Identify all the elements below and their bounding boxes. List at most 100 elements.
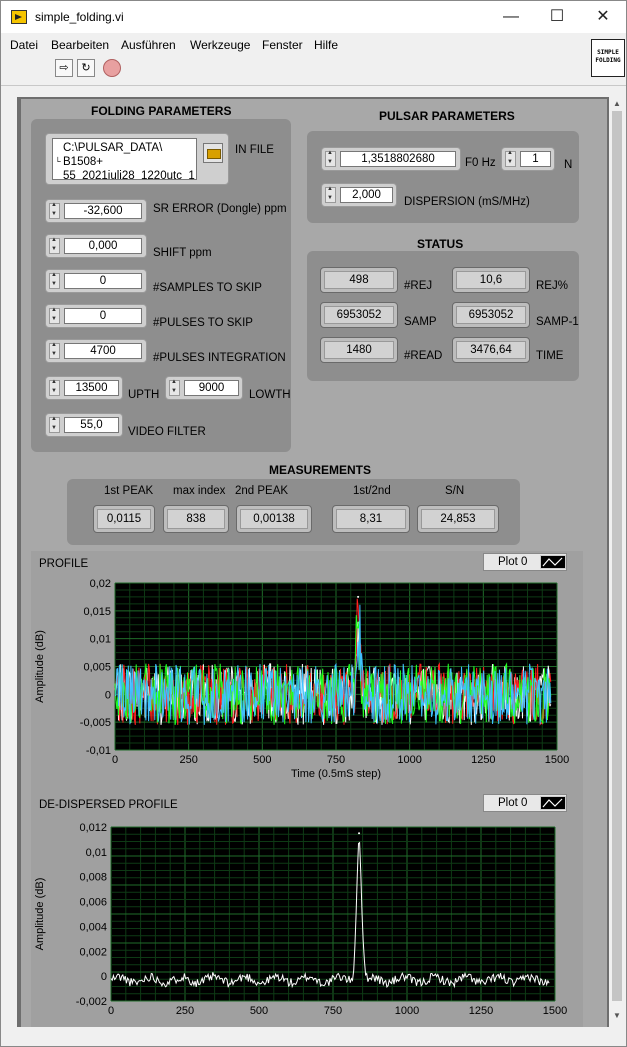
upth-label: UPTH: [128, 389, 160, 401]
pulses-to-skip-value[interactable]: 0: [64, 308, 142, 324]
window-title: simple_folding.vi: [35, 10, 124, 24]
profile-legend-label: Plot 0: [498, 556, 528, 568]
menu-ausfuehren[interactable]: Ausführen: [121, 38, 176, 52]
pulses-integration-value[interactable]: 4700: [64, 343, 142, 359]
folding-parameters-heading: FOLDING PARAMETERS: [91, 104, 232, 118]
n-spinner-icon[interactable]: [505, 150, 516, 167]
dispersion-value[interactable]: 2,000: [340, 187, 393, 203]
pulsar-parameters-group: [307, 131, 579, 223]
x-tick-label: 250: [176, 1005, 194, 1017]
scroll-down-icon[interactable]: ▼: [613, 1011, 621, 1020]
ratio-value: 8,31: [336, 509, 406, 529]
vertical-scrollbar[interactable]: ▲ ▼: [609, 97, 626, 1027]
x-tick-label: 1500: [543, 1005, 567, 1017]
n-label: N: [564, 159, 573, 171]
lowth-control[interactable]: 9000: [165, 376, 243, 400]
in-file-path-line: C:\PULSAR_DATA\: [63, 142, 163, 154]
sn-indicator: 24,853: [417, 505, 499, 533]
run-continuously-icon[interactable]: ↻: [77, 59, 95, 77]
rej-percent-indicator: 10,6: [452, 267, 530, 293]
upth-spinner-icon[interactable]: [49, 379, 60, 396]
video-filter-value[interactable]: 55,0: [64, 417, 119, 433]
x-tick-label: 500: [250, 1005, 268, 1017]
browse-folder-icon[interactable]: [203, 143, 223, 163]
max-index-value: 838: [167, 509, 225, 529]
samples-to-skip-spinner-icon[interactable]: [49, 272, 60, 289]
pulses-to-skip-control[interactable]: 0: [45, 304, 147, 328]
samp-1-indicator: 6953052: [452, 302, 530, 328]
y-tick-label: 0,012: [79, 822, 107, 834]
in-file-path-line: 55_2021juli28_1220utc_1: [63, 170, 195, 180]
pulses-integration-control[interactable]: 4700: [45, 339, 147, 363]
y-tick-label: 0,008: [79, 872, 107, 884]
dispersion-label: DISPERSION (mS/MHz): [404, 196, 530, 208]
second-peak-indicator: 0,00138: [236, 505, 312, 533]
x-tick-label: 1250: [471, 754, 495, 766]
n-control[interactable]: 1: [501, 147, 555, 171]
shift-ppm-value[interactable]: 0,000: [64, 238, 142, 254]
profile-plot-legend[interactable]: Plot 0: [483, 553, 567, 571]
status-heading: STATUS: [417, 237, 464, 251]
in-file-path-control[interactable]: └ C:\PULSAR_DATA\ B1508+ 55_2021juli28_1…: [45, 133, 229, 185]
read-label: #READ: [404, 350, 443, 362]
shift-ppm-spinner-icon[interactable]: [49, 237, 60, 254]
pulses-integration-spinner-icon[interactable]: [49, 342, 60, 359]
y-tick-label: 0: [101, 971, 107, 983]
samples-to-skip-label: #SAMPLES TO SKIP: [153, 282, 262, 294]
scrollbar-thumb[interactable]: [612, 111, 622, 1001]
samples-to-skip-control[interactable]: 0: [45, 269, 147, 293]
y-tick-label: 0,01: [90, 634, 111, 646]
x-tick-label: 1000: [395, 1005, 419, 1017]
samp-1-value: 6953052: [456, 306, 526, 324]
dedispersed-legend-line-icon: [540, 796, 566, 810]
f0-hz-spinner-icon[interactable]: [325, 150, 336, 167]
menu-fenster[interactable]: Fenster: [262, 38, 303, 52]
samples-to-skip-value[interactable]: 0: [64, 273, 142, 289]
menu-hilfe[interactable]: Hilfe: [314, 38, 338, 52]
close-button[interactable]: ✕: [580, 1, 626, 33]
y-tick-label: 0,006: [79, 897, 107, 909]
title-bar[interactable]: simple_folding.vi — ☐ ✕: [1, 1, 626, 33]
sr-error-control[interactable]: -32,600: [45, 199, 147, 223]
time-indicator: 3476,64: [452, 337, 530, 363]
ratio-indicator: 8,31: [332, 505, 410, 533]
sn-value: 24,853: [421, 509, 495, 529]
dispersion-control[interactable]: 2,000: [321, 183, 397, 207]
x-tick-label: 250: [179, 754, 197, 766]
video-filter-control[interactable]: 55,0: [45, 413, 123, 437]
first-peak-value: 0,0115: [97, 509, 151, 529]
rej-value: 498: [324, 271, 394, 289]
n-value[interactable]: 1: [520, 151, 551, 167]
menu-bearbeiten[interactable]: Bearbeiten: [51, 38, 109, 52]
upth-value[interactable]: 13500: [64, 380, 119, 396]
menu-datei[interactable]: Datei: [10, 38, 38, 52]
y-tick-label: 0,02: [90, 578, 111, 590]
menu-bar: Datei Bearbeiten Ausführen Werkzeuge Fen…: [1, 33, 626, 55]
first-peak-indicator: 0,0115: [93, 505, 155, 533]
shift-ppm-control[interactable]: 0,000: [45, 234, 147, 258]
dedispersed-legend-label: Plot 0: [498, 797, 528, 809]
lowth-value[interactable]: 9000: [184, 380, 239, 396]
y-tick-label: 0,004: [79, 921, 107, 933]
f0-hz-control[interactable]: 1,3518802680: [321, 147, 461, 171]
f0-hz-value[interactable]: 1,3518802680: [340, 151, 456, 167]
dispersion-spinner-icon[interactable]: [325, 186, 336, 203]
abort-execution-icon[interactable]: [103, 59, 121, 77]
scroll-up-icon[interactable]: ▲: [613, 99, 621, 108]
minimize-button[interactable]: —: [488, 1, 534, 33]
rej-indicator: 498: [320, 267, 398, 293]
maximize-button[interactable]: ☐: [534, 1, 580, 33]
y-tick-label: 0,015: [83, 606, 111, 618]
dedispersed-plot-legend[interactable]: Plot 0: [483, 794, 567, 812]
sr-error-value[interactable]: -32,600: [64, 203, 142, 219]
toolbar: ⇨ ↻: [1, 55, 626, 86]
menu-werkzeuge[interactable]: Werkzeuge: [190, 38, 250, 52]
upth-control[interactable]: 13500: [45, 376, 123, 400]
run-arrow-icon[interactable]: ⇨: [55, 59, 73, 77]
lowth-spinner-icon[interactable]: [169, 379, 180, 396]
in-file-path-field[interactable]: └ C:\PULSAR_DATA\ B1508+ 55_2021juli28_1…: [52, 138, 197, 180]
video-filter-spinner-icon[interactable]: [49, 416, 60, 433]
pulses-to-skip-spinner-icon[interactable]: [49, 307, 60, 324]
sr-error-spinner-icon[interactable]: [49, 202, 60, 219]
y-tick-label: 0,002: [79, 946, 107, 958]
